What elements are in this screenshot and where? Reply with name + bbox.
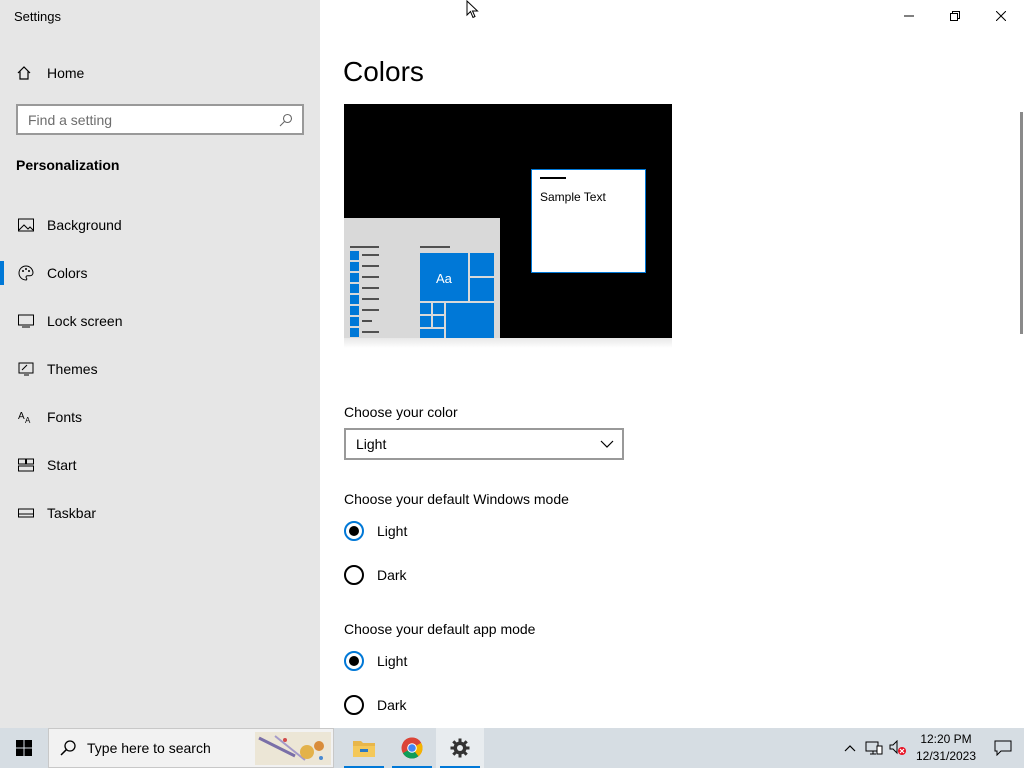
windows-mode-label: Choose your default Windows mode xyxy=(344,491,569,507)
show-hidden-icons-button[interactable] xyxy=(838,728,862,768)
svg-text:A: A xyxy=(25,416,31,424)
radio-label: Light xyxy=(377,523,408,539)
palette-icon xyxy=(16,265,36,281)
app-mode-dark-radio[interactable]: Dark xyxy=(344,695,407,715)
home-link[interactable]: Home xyxy=(16,62,84,84)
app-mode-label: Choose your default app mode xyxy=(344,621,536,637)
nav-list: Background Colors Lock screen Themes AA … xyxy=(0,201,320,537)
taskbar-search-box[interactable]: Type here to search xyxy=(48,728,334,768)
restore-icon xyxy=(950,11,960,21)
notification-icon xyxy=(994,740,1012,756)
nav-item-label: Colors xyxy=(47,265,88,281)
windows-logo-icon xyxy=(16,740,32,756)
page-title: Colors xyxy=(343,56,424,87)
scrollbar[interactable] xyxy=(1020,112,1023,334)
radio-label: Dark xyxy=(377,697,407,713)
preview-window: Sample Text xyxy=(531,169,646,273)
volume-muted-icon xyxy=(889,740,906,755)
chevron-up-icon xyxy=(844,745,856,752)
network-button[interactable] xyxy=(862,728,886,768)
choose-color-dropdown[interactable]: Light xyxy=(344,428,624,460)
nav-item-taskbar[interactable]: Taskbar xyxy=(0,489,320,537)
clock-date: 12/31/2023 xyxy=(915,749,977,763)
nav-item-fonts[interactable]: AA Fonts xyxy=(0,393,320,441)
nav-item-label: Lock screen xyxy=(47,313,123,329)
mouse-cursor-icon xyxy=(466,0,480,25)
network-icon xyxy=(865,741,883,755)
nav-item-background[interactable]: Background xyxy=(0,201,320,249)
restore-button[interactable] xyxy=(932,0,978,32)
nav-item-lock-screen[interactable]: Lock screen xyxy=(0,297,320,345)
taskbar-icon xyxy=(16,507,36,519)
window-controls xyxy=(886,0,1024,32)
start-icon xyxy=(16,458,36,472)
windows-mode-dark-radio[interactable]: Dark xyxy=(344,565,407,585)
chevron-down-icon xyxy=(600,437,614,454)
sidebar: Settings Home Personalization Background… xyxy=(0,0,320,728)
close-icon xyxy=(996,11,1006,21)
chrome-icon xyxy=(401,737,423,759)
section-title: Personalization xyxy=(16,157,120,173)
search-icon[interactable] xyxy=(274,113,298,127)
svg-text:A: A xyxy=(18,411,25,422)
fonts-icon: AA xyxy=(16,410,36,424)
main-content: Colors Aa Sample Text Choose your color … xyxy=(320,0,1024,728)
color-preview: Aa Sample Text xyxy=(344,104,672,338)
find-setting-input[interactable] xyxy=(28,111,274,128)
minimize-icon xyxy=(904,15,914,17)
taskbar-chrome[interactable] xyxy=(388,728,436,768)
action-center-button[interactable] xyxy=(982,728,1024,768)
system-tray: 12:20 PM 12/31/2023 xyxy=(838,728,1024,768)
taskbar-clock[interactable]: 12:20 PM 12/31/2023 xyxy=(910,731,982,765)
nav-item-label: Background xyxy=(47,217,122,233)
preview-start-menu: Aa xyxy=(344,218,500,338)
nav-item-label: Themes xyxy=(47,361,98,377)
nav-item-label: Start xyxy=(47,457,77,473)
minimize-button[interactable] xyxy=(886,0,932,32)
taskbar: Type here to search 12:20 PM 12/31/2023 xyxy=(0,728,1024,768)
clock-time: 12:20 PM xyxy=(920,732,972,746)
start-button[interactable] xyxy=(0,728,48,768)
search-icon xyxy=(60,740,76,756)
taskbar-search-placeholder: Type here to search xyxy=(87,740,211,756)
themes-icon xyxy=(16,361,36,377)
lock-screen-icon xyxy=(16,314,36,328)
preview-sample-text: Sample Text xyxy=(540,190,606,204)
choose-color-value: Light xyxy=(356,436,387,452)
app-title: Settings xyxy=(14,9,61,24)
settings-gear-icon xyxy=(450,738,470,758)
taskbar-settings[interactable] xyxy=(436,728,484,768)
volume-button[interactable] xyxy=(886,728,910,768)
file-explorer-icon xyxy=(353,741,375,757)
home-icon xyxy=(16,65,36,81)
nav-item-label: Taskbar xyxy=(47,505,97,521)
radio-label: Light xyxy=(377,653,408,669)
picture-icon xyxy=(16,218,36,232)
celebration-banner-icon xyxy=(255,732,331,765)
nav-item-start[interactable]: Start xyxy=(0,441,320,489)
taskbar-file-explorer[interactable] xyxy=(340,728,388,768)
home-label: Home xyxy=(47,65,85,81)
preview-tile-text: Aa xyxy=(436,271,452,286)
nav-item-label: Fonts xyxy=(47,409,83,425)
nav-item-colors[interactable]: Colors xyxy=(0,249,320,297)
radio-label: Dark xyxy=(377,567,407,583)
windows-mode-light-radio[interactable]: Light xyxy=(344,521,407,541)
choose-color-label: Choose your color xyxy=(344,404,458,420)
app-mode-light-radio[interactable]: Light xyxy=(344,651,407,671)
close-button[interactable] xyxy=(978,0,1024,32)
nav-item-themes[interactable]: Themes xyxy=(0,345,320,393)
find-setting-search[interactable] xyxy=(16,104,304,135)
